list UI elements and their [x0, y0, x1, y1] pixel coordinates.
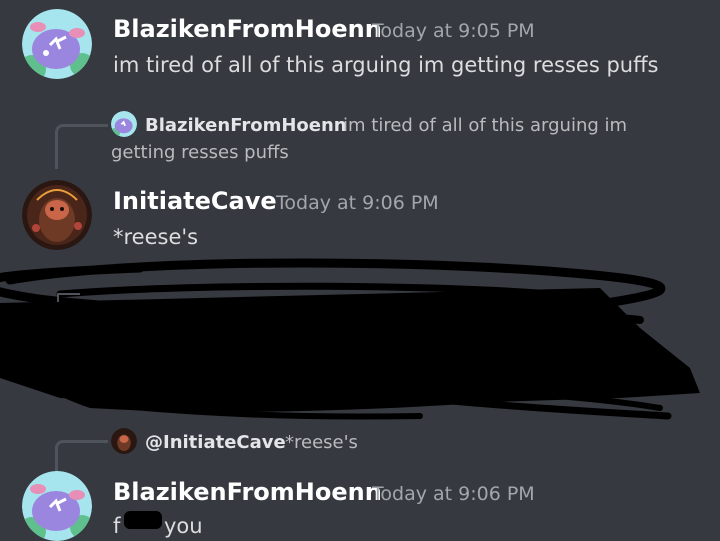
message-author[interactable]: BlazikenFromHoenn — [113, 480, 382, 504]
message-timestamp: Today at 9:06 PM — [372, 483, 535, 505]
message-timestamp: Today at 9:05 PM — [372, 20, 535, 42]
avatar-blazikenfromhoenn[interactable] — [22, 9, 92, 79]
reply-avatar-blazikenfromhoenn[interactable] — [111, 111, 137, 137]
reply-author[interactable]: BlazikenFromHoenn — [145, 117, 347, 135]
message-text: im tired of all of this arguing im getti… — [113, 53, 659, 77]
avatar-initiatecave[interactable] — [22, 180, 92, 250]
message-text: *reese's — [113, 225, 199, 249]
reply-preview-text[interactable]: im tired of all of this arguing im — [343, 117, 627, 135]
reply-preview-text-continued[interactable]: getting resses puffs — [111, 144, 289, 162]
message-text-start: f — [113, 514, 121, 538]
redaction-scribble — [0, 258, 720, 428]
censor-mark — [124, 511, 162, 529]
reply-mention[interactable]: @InitiateCave — [145, 434, 286, 452]
message-author[interactable]: InitiateCave — [113, 189, 277, 213]
reply-avatar-initiatecave[interactable] — [111, 428, 137, 454]
message-text-end: you — [164, 514, 203, 538]
reply-preview-text[interactable]: *reese's — [285, 434, 358, 452]
avatar-blazikenfromhoenn[interactable] — [22, 471, 92, 541]
message-timestamp: Today at 9:06 PM — [276, 192, 439, 214]
reply-spine — [55, 124, 108, 169]
message-author[interactable]: BlazikenFromHoenn — [113, 17, 382, 41]
